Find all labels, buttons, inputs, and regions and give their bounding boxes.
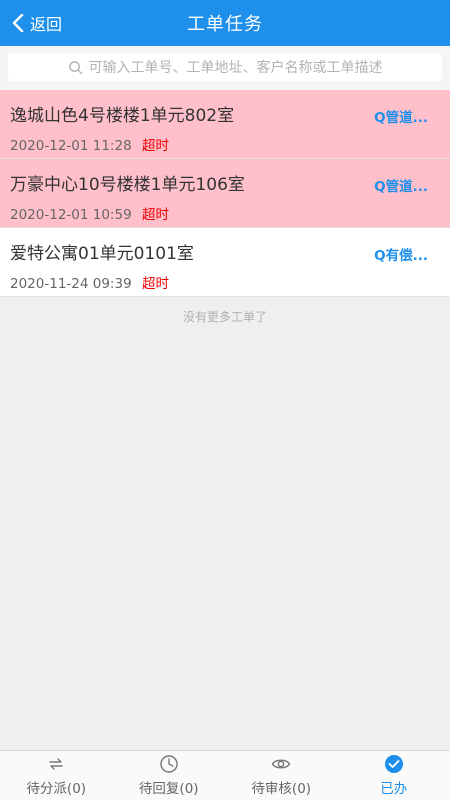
check-circle-icon [384,755,403,773]
clock-icon [160,755,178,773]
tab-label: 已办 [380,781,408,797]
order-time-row: 2020-12-01 11:28 超时 [10,134,169,154]
order-list: 逸城山色4号楼楼1单元802室 2020-12-01 11:28 超时 Q管道.… [0,90,450,297]
back-button[interactable]: 返回 [12,0,62,46]
order-time: 2020-11-24 09:39 [10,276,132,292]
tab-label: 待审核(0) [251,781,312,797]
order-item[interactable]: 爱特公寓01单元0101室 2020-11-24 09:39 超时 Q有偿... [0,228,450,297]
eye-icon [271,759,291,769]
order-status: 超时 [141,276,169,292]
order-time-row: 2020-12-01 10:59 超时 [10,203,169,223]
exchange-icon [49,758,63,770]
search-input[interactable]: 可输入工单号、工单地址、客户名称或工单描述 [8,53,442,81]
tab-pending-review[interactable]: 待审核(0) [225,751,338,800]
order-address: 万豪中心10号楼楼1单元106室 [10,175,245,195]
tab-pending-reply[interactable]: 待回复(0) [113,751,226,800]
order-type: Q有偿... [374,248,428,264]
order-address: 爱特公寓01单元0101室 [10,244,194,264]
order-status: 超时 [141,207,169,223]
chevron-left-icon [12,14,24,32]
order-status: 超时 [141,138,169,154]
search-icon [68,60,82,74]
app-header: 返回 工单任务 [0,0,450,46]
order-item[interactable]: 万豪中心10号楼楼1单元106室 2020-12-01 10:59 超时 Q管道… [0,159,450,228]
no-more-text: 没有更多工单了 [182,310,267,324]
order-time-row: 2020-11-24 09:39 超时 [10,272,169,292]
tab-label: 待回复(0) [138,781,199,797]
order-type: Q管道... [374,110,428,126]
tab-pending-dispatch[interactable]: 待分派(0) [0,751,113,800]
tab-label: 待分派(0) [26,781,87,797]
tab-done[interactable]: 已办 [338,751,450,800]
search-placeholder: 可输入工单号、工单地址、客户名称或工单描述 [88,60,383,76]
order-item[interactable]: 逸城山色4号楼楼1单元802室 2020-12-01 11:28 超时 Q管道.… [0,90,450,159]
order-time: 2020-12-01 11:28 [10,138,132,154]
order-time: 2020-12-01 10:59 [10,207,132,223]
page-title: 工单任务 [187,14,263,35]
bottom-tab-bar: 待分派(0) 待回复(0) 待审核(0) 已办 [0,750,450,800]
back-label: 返回 [30,15,63,34]
order-address: 逸城山色4号楼楼1单元802室 [10,106,235,126]
search-bar: 可输入工单号、工单地址、客户名称或工单描述 [0,46,450,90]
order-type: Q管道... [374,179,428,195]
